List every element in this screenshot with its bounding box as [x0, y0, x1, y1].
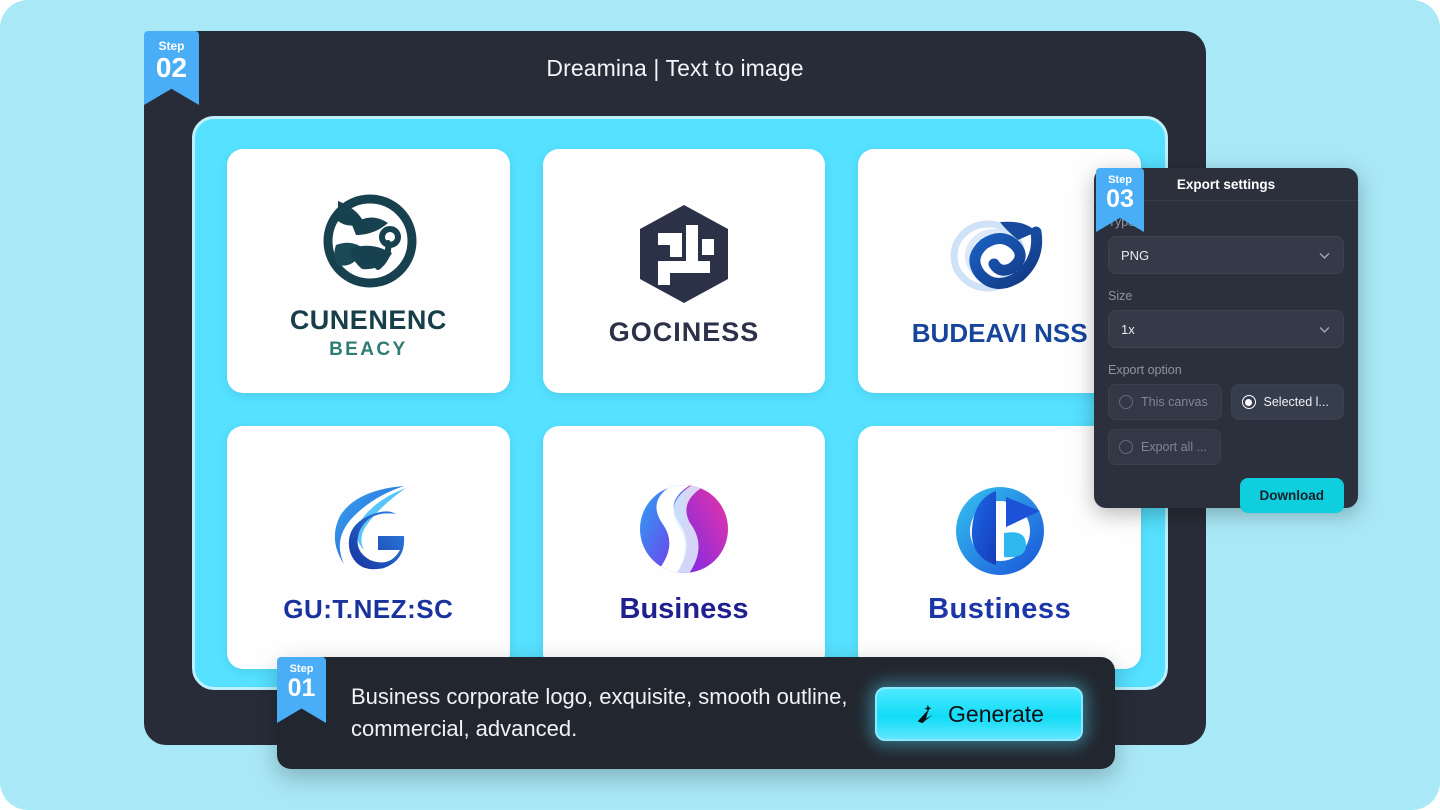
export-option-this-canvas[interactable]: This canvas: [1108, 384, 1222, 420]
logo-card[interactable]: GU:T.NEZ:SC: [227, 425, 510, 669]
download-button[interactable]: Download: [1239, 478, 1344, 513]
export-option-export-all[interactable]: Export all ...: [1108, 429, 1221, 465]
logo-caption: GOCINESS: [609, 319, 760, 346]
gradient-sphere-mark: [639, 484, 728, 573]
logo-caption: BUDEAVI NSS: [912, 320, 1088, 346]
chevron-down-icon: [1319, 252, 1330, 259]
export-option-row-2: Export all ...: [1108, 429, 1344, 465]
logo-name: Business: [619, 592, 749, 625]
logo-card[interactable]: Business: [542, 425, 826, 669]
app-stage: Dreamina | Text to image Step 02 CUNENEN…: [0, 0, 1440, 810]
export-settings-body: Type PNG Size 1x Export option This canv…: [1094, 201, 1358, 513]
radio-icon-selected: [1241, 395, 1256, 409]
generate-button[interactable]: Generate: [875, 687, 1083, 741]
type-value: PNG: [1121, 247, 1150, 263]
chevron-down-icon: [1319, 326, 1330, 333]
logo-card[interactable]: CUNENENC BEACY: [227, 149, 510, 393]
radio-icon: [1119, 440, 1133, 454]
size-label: Size: [1108, 289, 1133, 303]
radio-icon: [1119, 395, 1133, 409]
logo-caption: Business: [619, 592, 749, 625]
export-option-row-1: This canvas Selected l...: [1108, 384, 1344, 420]
step-number: 02: [155, 52, 188, 83]
logo-name: CUNENENC: [289, 304, 447, 335]
option-label: This canvas: [1141, 395, 1208, 409]
sparkle-icon: [917, 704, 933, 724]
download-row: Download: [1108, 478, 1344, 513]
cube-monogram-mark: [639, 205, 728, 304]
size-value: 1x: [1121, 321, 1135, 337]
logo-name: BUDEAVI NSS: [911, 317, 1088, 348]
export-option-label: Export option: [1108, 363, 1182, 377]
step-word: Step: [158, 39, 185, 53]
logo-subtitle: BEACY: [329, 338, 408, 360]
option-label: Selected l...: [1263, 395, 1329, 409]
prompt-input[interactable]: Business corporate logo, exquisite, smoo…: [351, 681, 851, 745]
swirl-shell-mark: [950, 220, 1042, 292]
blue-b-circle-mark: [955, 486, 1044, 575]
logo-caption: GU:T.NEZ:SC: [283, 596, 453, 622]
image-canvas[interactable]: CUNENENC BEACY GOCINESS BUDEAVI NSS GU:T…: [192, 116, 1168, 690]
logo-caption: CUNENENC BEACY: [289, 304, 447, 360]
option-label: Export all ...: [1141, 440, 1207, 454]
generate-label: Generate: [948, 700, 1044, 727]
type-select[interactable]: PNG: [1108, 236, 1344, 274]
size-select[interactable]: 1x: [1108, 310, 1344, 348]
logo-name: GU:T.NEZ:SC: [283, 594, 454, 625]
export-option-selected-layer[interactable]: Selected l...: [1230, 384, 1344, 420]
logo-name: GOCINESS: [608, 317, 760, 348]
flame-g-mark: [335, 486, 407, 570]
step-number: 01: [287, 674, 316, 702]
logo-caption: Bustiness: [928, 592, 1072, 625]
leaf-circle-mark: [323, 194, 417, 288]
step-number: 03: [1106, 185, 1134, 213]
page-title: Dreamina | Text to image: [546, 55, 804, 81]
logo-grid: CUNENENC BEACY GOCINESS BUDEAVI NSS GU:T…: [227, 149, 1141, 669]
prompt-bar: Business corporate logo, exquisite, smoo…: [277, 657, 1115, 769]
logo-name: Bustiness: [928, 592, 1072, 625]
logo-card[interactable]: GOCINESS: [542, 149, 826, 393]
